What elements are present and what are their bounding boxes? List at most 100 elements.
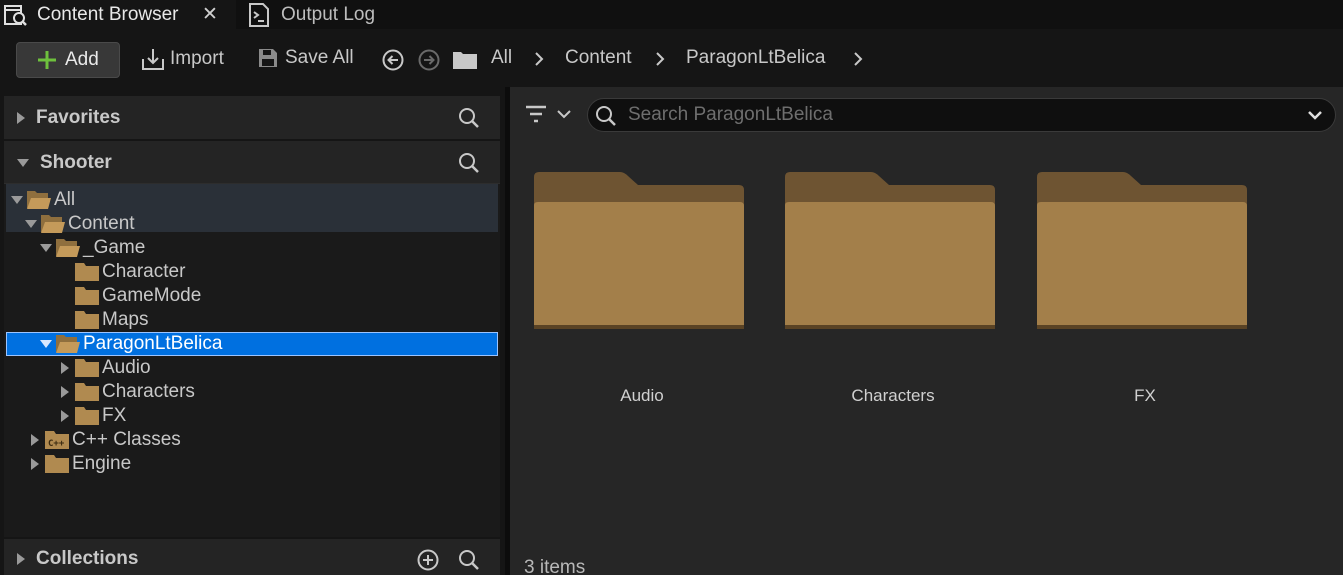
folder-tile-characters[interactable]: Characters: [773, 169, 1013, 419]
folder-icon: [74, 262, 100, 282]
tree-item-label: FX: [102, 405, 127, 426]
toolbar: Add Import Save All All Content ParagonL…: [0, 29, 1343, 87]
folder-icon: [74, 358, 100, 378]
save-all-label: Save All: [285, 47, 354, 68]
chevron-right-icon: [58, 361, 72, 375]
add-circle-icon[interactable]: [417, 549, 439, 571]
chevron-right-icon[interactable]: [534, 51, 544, 67]
tree-item-fx[interactable]: FX: [58, 404, 126, 428]
tree-item-characters[interactable]: Characters: [58, 380, 195, 404]
chevron-right-icon: [58, 409, 72, 423]
folder-icon: [452, 50, 478, 70]
add-button[interactable]: Add: [16, 42, 120, 78]
folder-icon: [783, 169, 997, 335]
collections-header[interactable]: Collections: [4, 539, 500, 575]
chevron-down-icon: [24, 217, 38, 231]
search-icon: [595, 105, 617, 127]
plus-icon: [37, 50, 57, 70]
save-all-button[interactable]: Save All: [257, 47, 354, 69]
shooter-header[interactable]: Shooter: [4, 141, 500, 184]
folder-tile-fx[interactable]: FX: [1025, 169, 1265, 419]
folder-tile-audio[interactable]: Audio: [522, 169, 762, 419]
search-box[interactable]: [587, 98, 1336, 132]
tree-item-label: Character: [102, 261, 186, 282]
tree-item-label: ParagonLtBelica: [83, 333, 223, 354]
tree-item-label: Content: [68, 213, 135, 234]
import-label: Import: [170, 48, 224, 69]
tree-item-engine[interactable]: Engine: [28, 452, 131, 476]
breadcrumb-paragonltbelica[interactable]: ParagonLtBelica: [686, 47, 825, 69]
folder-tile-label: Audio: [620, 386, 664, 405]
tab-bar: Content Browser ✕ Output Log: [0, 0, 1343, 29]
search-icon[interactable]: [458, 549, 480, 571]
tree-item-maps[interactable]: Maps: [74, 308, 148, 332]
cpp-folder-icon: C++: [44, 430, 70, 450]
tree-item-label: C++ Classes: [72, 429, 181, 450]
row-highlight: [6, 184, 498, 208]
output-log-icon: [248, 2, 270, 27]
tree-item-label: Characters: [102, 381, 195, 402]
search-icon[interactable]: [458, 107, 480, 129]
collections-label: Collections: [36, 548, 139, 569]
tab-label: Output Log: [281, 3, 376, 25]
chevron-right-icon: [16, 111, 26, 125]
tab-content-browser[interactable]: Content Browser ✕: [0, 0, 236, 29]
tree-item-paragonltbelica[interactable]: ParagonLtBelica: [39, 332, 222, 356]
tree-item-label: Engine: [72, 453, 132, 474]
folder-icon: [74, 286, 100, 306]
import-button[interactable]: Import: [141, 47, 224, 71]
import-icon: [141, 47, 167, 71]
asset-view: Audio Characters FX 3 items: [510, 87, 1343, 575]
folder-icon: [44, 454, 70, 474]
chevron-down-icon: [39, 241, 53, 255]
chevron-right-icon: [28, 433, 42, 447]
svg-text:C++: C++: [48, 439, 65, 449]
chevron-right-icon[interactable]: [853, 51, 863, 67]
forward-arrow-icon[interactable]: [418, 49, 440, 71]
tree-item-gamemode[interactable]: GameMode: [74, 284, 201, 308]
folder-tile-label: FX: [1134, 386, 1156, 405]
tree-item-audio[interactable]: Audio: [58, 356, 151, 380]
content-browser-icon: [4, 4, 28, 26]
folder-icon: [74, 406, 100, 426]
chevron-down-icon[interactable]: [1307, 110, 1323, 120]
chevron-down-icon: [10, 193, 24, 207]
chevron-down-icon: [16, 158, 30, 168]
favorites-label: Favorites: [36, 106, 121, 128]
folder-icon: [74, 310, 100, 330]
filter-button[interactable]: [525, 104, 571, 124]
tree-item-all[interactable]: All: [10, 188, 75, 212]
tree-item-label: Maps: [102, 309, 149, 330]
tree-item-label: GameMode: [102, 285, 202, 306]
chevron-right-icon: [58, 385, 72, 399]
folder-icon: [74, 382, 100, 402]
sources-panel: Favorites Shooter All Content _Game Char…: [0, 87, 505, 575]
tree-item-label: Audio: [102, 357, 151, 378]
back-arrow-icon[interactable]: [382, 49, 404, 71]
folder-icon: [1035, 169, 1249, 335]
tree-item-label: _Game: [83, 237, 146, 258]
shooter-label: Shooter: [40, 151, 112, 173]
folder-open-icon: [55, 334, 81, 354]
folder-tile-label: Characters: [851, 386, 935, 405]
chevron-right-icon: [28, 457, 42, 471]
chevron-right-icon[interactable]: [655, 51, 665, 67]
chevron-down-icon: [557, 109, 571, 119]
folder-icon: [532, 169, 746, 335]
tree-item-game[interactable]: _Game: [39, 236, 145, 260]
tab-label: Content Browser: [37, 3, 179, 25]
search-icon[interactable]: [458, 152, 480, 174]
tree-item-character[interactable]: Character: [74, 260, 185, 284]
close-icon[interactable]: ✕: [202, 3, 218, 26]
breadcrumb-content[interactable]: Content: [565, 47, 632, 69]
tree-item-label: All: [54, 189, 76, 210]
tree-item-content[interactable]: Content: [24, 212, 135, 236]
item-count: 3 items: [524, 557, 586, 575]
tab-output-log[interactable]: Output Log: [248, 0, 375, 29]
add-label: Add: [65, 49, 99, 70]
tree-item-cpp-classes[interactable]: C++ C++ Classes: [28, 428, 181, 452]
folder-open-icon: [26, 190, 52, 210]
favorites-header[interactable]: Favorites: [4, 96, 500, 139]
search-input[interactable]: [628, 103, 1288, 127]
breadcrumb-all[interactable]: All: [491, 47, 512, 69]
